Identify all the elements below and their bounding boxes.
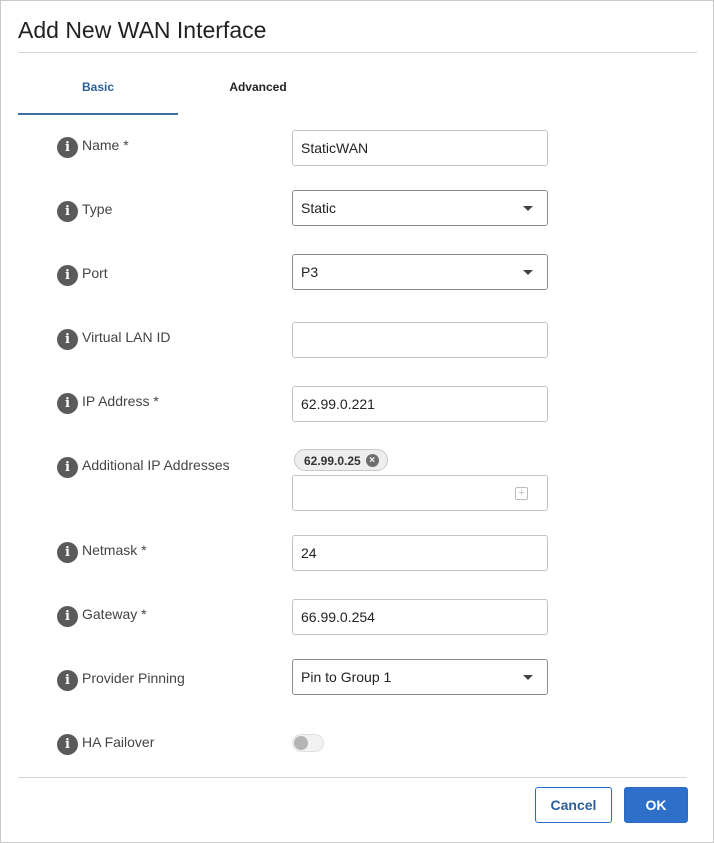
- ip-address-input[interactable]: 62.99.0.221: [292, 386, 548, 422]
- type-select-value: Static: [301, 200, 337, 216]
- ha-failover-label: HA Failover: [82, 734, 155, 750]
- info-icon[interactable]: i: [57, 265, 78, 286]
- info-icon[interactable]: i: [57, 137, 78, 158]
- name-label: Name *: [82, 137, 129, 153]
- ok-button[interactable]: OK: [624, 787, 688, 823]
- gateway-input[interactable]: 66.99.0.254: [292, 599, 548, 635]
- info-icon[interactable]: i: [57, 457, 78, 478]
- type-select[interactable]: Static: [292, 190, 548, 226]
- divider: [18, 777, 687, 778]
- provider-pinning-value: Pin to Group 1: [301, 669, 392, 685]
- tab-basic[interactable]: Basic: [18, 80, 178, 94]
- provider-pinning-label: Provider Pinning: [82, 670, 185, 686]
- toggle-knob: [294, 736, 308, 750]
- plus-icon[interactable]: +: [515, 487, 528, 500]
- divider: [18, 52, 697, 53]
- info-icon[interactable]: i: [57, 393, 78, 414]
- additional-ip-input[interactable]: +: [292, 475, 548, 511]
- ip-address-label: IP Address *: [82, 393, 159, 409]
- chevron-down-icon: [523, 675, 533, 680]
- type-label: Type: [82, 201, 113, 217]
- port-label: Port: [82, 265, 108, 281]
- info-icon[interactable]: i: [57, 201, 78, 222]
- dialog-title: Add New WAN Interface: [18, 17, 267, 43]
- info-icon[interactable]: i: [57, 329, 78, 350]
- gateway-label: Gateway *: [82, 606, 147, 622]
- tab-advanced[interactable]: Advanced: [178, 80, 338, 94]
- active-tab-indicator: [18, 113, 178, 115]
- provider-pinning-select[interactable]: Pin to Group 1: [292, 659, 548, 695]
- port-select[interactable]: P3: [292, 254, 548, 290]
- port-select-value: P3: [301, 264, 319, 280]
- additional-ips-label: Additional IP Addresses: [82, 457, 230, 473]
- name-input[interactable]: StaticWAN: [292, 130, 548, 166]
- info-icon[interactable]: i: [57, 734, 78, 755]
- vlan-label: Virtual LAN ID: [82, 329, 171, 345]
- ip-chip: 62.99.0.25 ×: [294, 449, 388, 471]
- close-icon[interactable]: ×: [365, 454, 379, 467]
- add-wan-interface-dialog: Add New WAN Interface Basic Advanced i N…: [0, 0, 714, 843]
- netmask-input[interactable]: 24: [292, 535, 548, 571]
- netmask-label: Netmask *: [82, 542, 147, 558]
- ha-failover-toggle[interactable]: [292, 734, 324, 752]
- chevron-down-icon: [523, 206, 533, 211]
- info-icon[interactable]: i: [57, 542, 78, 563]
- info-icon[interactable]: i: [57, 670, 78, 691]
- info-icon[interactable]: i: [57, 606, 78, 627]
- ip-chip-label: 62.99.0.25: [304, 454, 361, 468]
- vlan-input[interactable]: [292, 322, 548, 358]
- cancel-button[interactable]: Cancel: [535, 787, 612, 823]
- chevron-down-icon: [523, 270, 533, 275]
